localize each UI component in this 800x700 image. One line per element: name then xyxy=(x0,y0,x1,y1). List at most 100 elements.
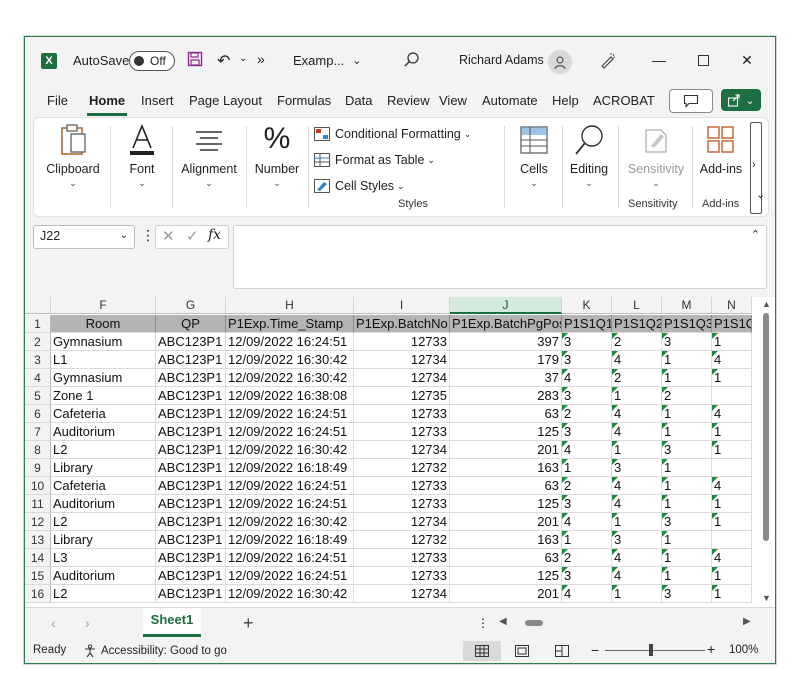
table-cell[interactable]: 12/09/2022 16:30:42 xyxy=(226,513,354,531)
table-cell[interactable]: 1 xyxy=(712,333,752,351)
tab-help[interactable]: Help xyxy=(550,91,581,113)
table-cell[interactable]: 12733 xyxy=(354,423,450,441)
table-cell[interactable]: 37 xyxy=(450,369,562,387)
accessibility-status[interactable]: Accessibility: Good to go xyxy=(83,644,227,658)
table-cell[interactable]: 3 xyxy=(562,567,612,585)
scroll-left-icon[interactable]: ◀ xyxy=(499,616,507,627)
editing-button[interactable]: Editing ⌄ xyxy=(564,122,614,189)
user-name[interactable]: Richard Adams xyxy=(459,53,544,67)
row-header[interactable]: 6 xyxy=(25,405,51,423)
table-cell[interactable]: 12734 xyxy=(354,513,450,531)
table-cell[interactable]: ABC123P1 xyxy=(156,333,226,351)
row-header[interactable]: 13 xyxy=(25,531,51,549)
column-header-i[interactable]: I xyxy=(354,297,450,314)
header-cell[interactable]: P1Exp.BatchPgPos xyxy=(450,315,562,333)
next-sheet-icon[interactable]: › xyxy=(85,615,90,631)
table-cell[interactable]: Auditorium xyxy=(51,495,156,513)
table-cell[interactable]: ABC123P1 xyxy=(156,495,226,513)
table-cell[interactable]: Library xyxy=(51,531,156,549)
table-cell[interactable]: 12/09/2022 16:24:51 xyxy=(226,423,354,441)
table-cell[interactable]: 4 xyxy=(612,423,662,441)
row-header[interactable]: 1 xyxy=(25,315,51,333)
number-button[interactable]: % Number ⌄ xyxy=(250,122,304,189)
table-cell[interactable]: 4 xyxy=(712,405,752,423)
horizontal-scroll-thumb[interactable] xyxy=(525,620,543,626)
header-cell[interactable]: Room xyxy=(51,315,156,333)
table-cell[interactable] xyxy=(712,531,752,549)
table-cell[interactable]: 3 xyxy=(562,333,612,351)
column-header-k[interactable]: K xyxy=(562,297,612,314)
table-cell[interactable]: 4 xyxy=(612,549,662,567)
table-cell[interactable]: 4 xyxy=(562,513,612,531)
table-cell[interactable]: 2 xyxy=(612,369,662,387)
table-cell[interactable]: 1 xyxy=(662,495,712,513)
table-cell[interactable]: ABC123P1 xyxy=(156,423,226,441)
file-name-dropdown[interactable]: Examp... ⌄ xyxy=(293,53,362,68)
table-cell[interactable]: 1 xyxy=(562,459,612,477)
table-cell[interactable]: 12732 xyxy=(354,531,450,549)
more-options-icon[interactable]: ⋮ xyxy=(141,227,155,244)
table-cell[interactable]: 12/09/2022 16:38:08 xyxy=(226,387,354,405)
column-header-h[interactable]: H xyxy=(226,297,354,314)
table-cell[interactable]: 2 xyxy=(562,549,612,567)
table-cell[interactable]: 4 xyxy=(712,351,752,369)
table-cell[interactable]: L2 xyxy=(51,513,156,531)
table-cell[interactable]: 1 xyxy=(612,585,662,603)
tab-insert[interactable]: Insert xyxy=(139,91,176,113)
header-cell[interactable]: P1S1Q3 xyxy=(662,315,712,333)
column-header-f[interactable]: F xyxy=(51,297,156,314)
table-cell[interactable]: 12/09/2022 16:24:51 xyxy=(226,333,354,351)
undo-icon[interactable]: ↶ xyxy=(217,51,230,71)
table-cell[interactable]: 1 xyxy=(662,531,712,549)
designer-pen-icon[interactable] xyxy=(599,51,617,69)
enter-icon[interactable]: ✓ xyxy=(186,227,199,245)
table-cell[interactable]: 125 xyxy=(450,495,562,513)
table-cell[interactable]: 12/09/2022 16:24:51 xyxy=(226,477,354,495)
table-cell[interactable]: 1 xyxy=(662,567,712,585)
spreadsheet-grid[interactable]: F G H I J K L M N 1 Room QP P1Exp.Time_Stamp P1Exp.Ba… xyxy=(25,297,775,607)
table-cell[interactable]: ABC123P1 xyxy=(156,459,226,477)
row-header[interactable]: 9 xyxy=(25,459,51,477)
table-cell[interactable]: Auditorium xyxy=(51,567,156,585)
header-cell[interactable]: P1S1Q1 xyxy=(562,315,612,333)
table-cell[interactable]: 1 xyxy=(712,585,752,603)
table-cell[interactable]: 163 xyxy=(450,459,562,477)
collapse-formula-bar-icon[interactable]: ⌃ xyxy=(751,228,760,241)
row-header[interactable]: 11 xyxy=(25,495,51,513)
column-header-j[interactable]: J xyxy=(450,297,562,314)
table-cell[interactable]: 1 xyxy=(662,477,712,495)
table-cell[interactable]: 12/09/2022 16:30:42 xyxy=(226,585,354,603)
table-cell[interactable]: 2 xyxy=(562,405,612,423)
table-cell[interactable]: 179 xyxy=(450,351,562,369)
table-cell[interactable]: 12733 xyxy=(354,549,450,567)
maximize-button[interactable] xyxy=(689,47,717,73)
column-header-l[interactable]: L xyxy=(612,297,662,314)
table-cell[interactable]: 1 xyxy=(662,351,712,369)
page-layout-view-button[interactable] xyxy=(503,641,541,661)
search-icon[interactable] xyxy=(403,51,421,69)
zoom-slider-knob[interactable] xyxy=(649,644,653,656)
conditional-formatting-button[interactable]: Conditional Formatting ⌄ xyxy=(314,124,471,144)
table-cell[interactable] xyxy=(712,387,752,405)
table-cell[interactable]: 163 xyxy=(450,531,562,549)
row-header[interactable]: 15 xyxy=(25,567,51,585)
table-cell[interactable]: 3 xyxy=(662,441,712,459)
table-cell[interactable]: 1 xyxy=(662,423,712,441)
table-cell[interactable]: 3 xyxy=(662,333,712,351)
row-header[interactable]: 16 xyxy=(25,585,51,603)
table-cell[interactable]: 3 xyxy=(612,531,662,549)
table-cell[interactable]: 12733 xyxy=(354,333,450,351)
table-cell[interactable]: 4 xyxy=(612,567,662,585)
table-cell[interactable]: 1 xyxy=(662,369,712,387)
row-header[interactable]: 5 xyxy=(25,387,51,405)
header-cell[interactable]: P1S1Q xyxy=(712,315,752,333)
table-cell[interactable]: 4 xyxy=(612,351,662,369)
table-cell[interactable]: 12733 xyxy=(354,495,450,513)
table-cell[interactable]: 1 xyxy=(712,441,752,459)
save-icon[interactable] xyxy=(187,51,203,67)
table-cell[interactable]: 63 xyxy=(450,477,562,495)
table-cell[interactable]: Library xyxy=(51,459,156,477)
table-cell[interactable]: 12734 xyxy=(354,585,450,603)
vertical-scroll-thumb[interactable] xyxy=(763,313,769,541)
table-cell[interactable]: ABC123P1 xyxy=(156,567,226,585)
